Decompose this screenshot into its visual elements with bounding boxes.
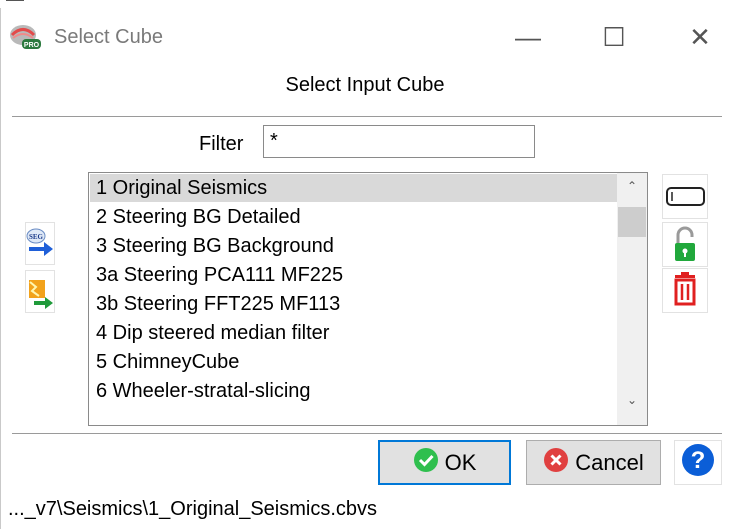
scroll-down-arrow-icon[interactable]: ⌄	[617, 393, 647, 407]
cube-list-item[interactable]: 6 Wheeler-stratal-slicing	[90, 377, 617, 405]
separator-bottom	[12, 433, 722, 434]
opendtect-pro-icon: PRO	[8, 24, 42, 50]
import-cube-icon	[26, 280, 54, 316]
segy-import-icon: SEG	[26, 228, 54, 268]
help-glyph: ?	[691, 447, 706, 474]
cube-list-item[interactable]: 3b Steering FFT225 MF113	[90, 290, 617, 318]
help-button[interactable]: ?	[674, 440, 722, 485]
cube-list-item[interactable]: 5 ChimneyCube	[90, 348, 617, 376]
svg-text:PRO: PRO	[24, 42, 40, 49]
minimize-button[interactable]: —	[498, 12, 558, 62]
cube-list-item[interactable]: 3a Steering PCA111 MF225	[90, 261, 617, 289]
separator-top	[12, 116, 722, 117]
segy-import-button[interactable]: SEG	[25, 222, 55, 265]
delete-button[interactable]	[662, 268, 708, 313]
cube-list-item[interactable]: 3 Steering BG Background	[90, 232, 617, 260]
window-title: Select Cube	[54, 26, 163, 48]
ok-label: OK	[444, 449, 477, 475]
cube-list-item[interactable]: 1 Original Seismics	[90, 174, 617, 202]
status-path: ..._v7\Seismics\1_Original_Seismics.cbvs	[8, 498, 378, 520]
top-strip	[0, 0, 730, 8]
maximize-button[interactable]: ☐	[584, 12, 644, 62]
cancel-button[interactable]: Cancel	[526, 440, 661, 485]
filter-label: Filter	[199, 133, 244, 155]
close-button[interactable]: ✕	[670, 12, 730, 62]
cube-list-item[interactable]: 4 Dip steered median filter	[90, 319, 617, 347]
cube-list[interactable]: 1 Original Seismics 2 Steering BG Detail…	[88, 172, 648, 426]
trash-icon	[663, 272, 707, 316]
cube-list-item[interactable]: 2 Steering BG Detailed	[90, 203, 617, 231]
check-icon	[413, 447, 439, 479]
scroll-thumb[interactable]	[618, 207, 646, 237]
ok-button[interactable]: OK	[378, 440, 511, 485]
cancel-icon	[543, 447, 569, 479]
dialog-header: Select Input Cube	[285, 74, 445, 96]
segy-text: SEG	[29, 233, 44, 241]
cancel-label: Cancel	[575, 449, 644, 475]
filter-input[interactable]	[263, 125, 535, 158]
list-scrollbar[interactable]: ⌃ ⌄	[617, 173, 647, 425]
import-cube-button[interactable]	[25, 270, 55, 313]
rename-button[interactable]	[662, 174, 708, 219]
lock-button[interactable]	[662, 222, 708, 267]
help-icon: ?	[680, 442, 716, 484]
rename-icon	[663, 187, 707, 222]
scroll-up-arrow-icon[interactable]: ⌃	[617, 179, 647, 193]
